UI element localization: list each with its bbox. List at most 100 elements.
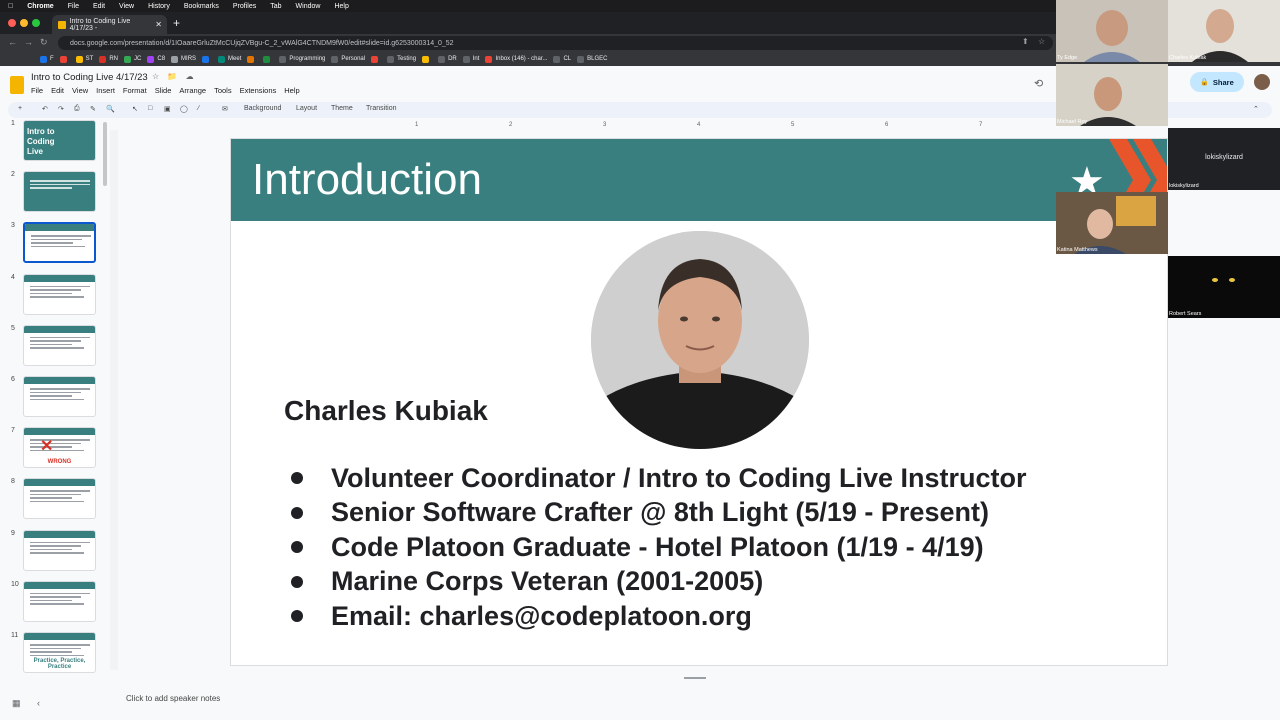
bookmark-item[interactable]: DR [438,55,457,63]
mac-menu-file[interactable]: File [68,3,79,10]
bookmark-item[interactable] [202,55,212,63]
transition-button[interactable]: Transition [366,105,396,112]
bookmark-item[interactable] [263,55,273,63]
slide-thumbnail[interactable]: Practice, Practice, Practice [23,632,96,673]
forward-icon[interactable]: → [24,37,33,47]
move-folder-icon[interactable]: 📁 [167,72,177,81]
minimize-window-icon[interactable] [20,19,28,27]
bookmark-item[interactable] [371,55,381,63]
video-tile[interactable]: Robert Sears [1168,256,1280,318]
bookmark-item[interactable]: Personal [331,55,365,63]
slide-thumbnail[interactable] [23,273,96,315]
mac-menu-profiles[interactable]: Profiles [233,3,256,10]
version-history-icon[interactable]: ⟲ [1034,77,1043,90]
bookmark-item[interactable] [247,55,257,63]
slide-thumbnail[interactable] [23,478,96,520]
filmstrip-scrollbar[interactable] [103,122,107,186]
new-slide-icon[interactable]: + [18,105,22,112]
close-tab-icon[interactable]: ✕ [155,20,162,29]
comment-icon[interactable]: ✉ [222,105,228,113]
menu-file[interactable]: File [31,86,43,95]
collapse-toolbar-icon[interactable]: ⌃ [1253,105,1259,113]
bookmark-item[interactable]: RN [99,55,118,63]
bookmark-item[interactable]: JC [124,55,141,63]
paint-format-icon[interactable]: ✎ [90,105,96,113]
slide-title[interactable]: Introduction [252,155,482,205]
slide-thumbnail[interactable] [23,171,96,213]
bookmark-item[interactable]: ST [75,55,93,63]
share-page-icon[interactable]: ⬆ [1022,37,1029,46]
mac-menu-view[interactable]: View [119,3,134,10]
slide-canvas[interactable]: Introduction ★ Charles Kubiak Volunteer … [230,138,1168,666]
slides-logo-icon[interactable] [10,76,24,94]
undo-icon[interactable]: ↶ [42,105,48,113]
video-tile[interactable]: Michael Roy [1056,64,1168,126]
bookmark-item[interactable]: BLGEC [577,55,607,63]
menu-arrange[interactable]: Arrange [179,86,206,95]
mac-menu-history[interactable]: History [148,3,170,10]
mac-menu-edit[interactable]: Edit [93,3,105,10]
bookmark-item[interactable]: F [40,55,54,63]
speaker-notes-placeholder[interactable]: Click to add speaker notes [126,694,220,703]
menu-insert[interactable]: Insert [96,86,115,95]
bookmark-item[interactable]: MIRS [171,55,196,63]
mac-menu-bookmarks[interactable]: Bookmarks [184,3,219,10]
bookmark-item[interactable]: Inbox (146) - char... [485,55,547,63]
menu-view[interactable]: View [72,86,88,95]
menu-format[interactable]: Format [123,86,147,95]
menu-extensions[interactable]: Extensions [240,86,277,95]
slide-thumbnail[interactable] [23,580,96,622]
video-tile[interactable]: Katina Matthews [1056,192,1168,254]
mac-menu-help[interactable]: Help [334,3,348,10]
bookmark-item[interactable]: Int [462,55,479,63]
apple-icon[interactable]:  [8,3,13,10]
bookmark-item[interactable]: Programming [279,55,325,63]
slide-thumbnail[interactable] [23,222,96,264]
star-icon[interactable]: ☆ [152,72,159,81]
select-frame-icon[interactable]: □ [148,105,152,112]
presenter-photo[interactable] [591,231,809,449]
reload-icon[interactable]: ↻ [40,37,48,48]
menu-tools[interactable]: Tools [214,86,232,95]
layout-button[interactable]: Layout [296,105,317,112]
zoom-icon[interactable]: 🔍 [106,105,115,113]
bookmark-item[interactable]: Meet [218,55,241,63]
print-icon[interactable]: ⎙ [74,105,80,113]
slide-thumbnail[interactable]: WRONG ✕ [23,427,96,469]
presenter-name[interactable]: Charles Kubiak [284,395,488,427]
notes-resize-handle[interactable] [684,677,706,679]
mac-menu-app[interactable]: Chrome [27,3,53,10]
slide-thumbnail[interactable] [23,529,96,571]
bookmark-item[interactable] [59,55,70,63]
theme-button[interactable]: Theme [331,105,353,112]
video-tile[interactable]: lokiskylizard lokiskylizard [1168,128,1280,190]
bookmark-item[interactable] [422,55,432,63]
document-title[interactable]: Intro to Coding Live 4/17/23 [31,72,148,83]
collapse-panel-icon[interactable]: ‹ [37,698,40,708]
bullet-list[interactable]: Volunteer Coordinator / Intro to Coding … [291,461,1027,634]
bookmark-star-icon[interactable]: ☆ [1038,37,1045,46]
speaker-notes-panel[interactable]: ▦ ‹ Click to add speaker notes [0,686,1280,720]
slide-thumbnail[interactable] [23,376,96,417]
menu-slide[interactable]: Slide [155,86,172,95]
menu-edit[interactable]: Edit [51,86,64,95]
browser-tab[interactable]: Intro to Coding Live 4/17/23 - ✕ [52,15,167,34]
mac-menu-tab[interactable]: Tab [270,3,281,10]
share-button[interactable]: 🔒 Share [1190,72,1244,92]
select-cursor-icon[interactable]: ↖ [132,105,138,113]
close-window-icon[interactable] [8,19,16,27]
new-tab-icon[interactable]: + [173,16,180,30]
bookmark-item[interactable]: C8 [147,55,165,63]
grid-view-icon[interactable]: ▦ [12,698,21,708]
video-tile[interactable]: Ty Edge [1056,0,1168,62]
slide-thumbnail[interactable]: Intro to Coding Live [23,120,96,161]
video-tile[interactable]: Charles Kubiak [1168,0,1280,62]
account-avatar[interactable] [1254,74,1270,90]
bookmark-item[interactable]: Testing [387,55,416,63]
line-icon[interactable]: ∕ [198,105,199,112]
background-button[interactable]: Background [244,105,281,112]
mac-menu-window[interactable]: Window [296,3,321,10]
image-icon[interactable]: ▣ [164,105,171,113]
slide-thumbnail[interactable] [23,324,96,366]
maximize-window-icon[interactable] [32,19,40,27]
